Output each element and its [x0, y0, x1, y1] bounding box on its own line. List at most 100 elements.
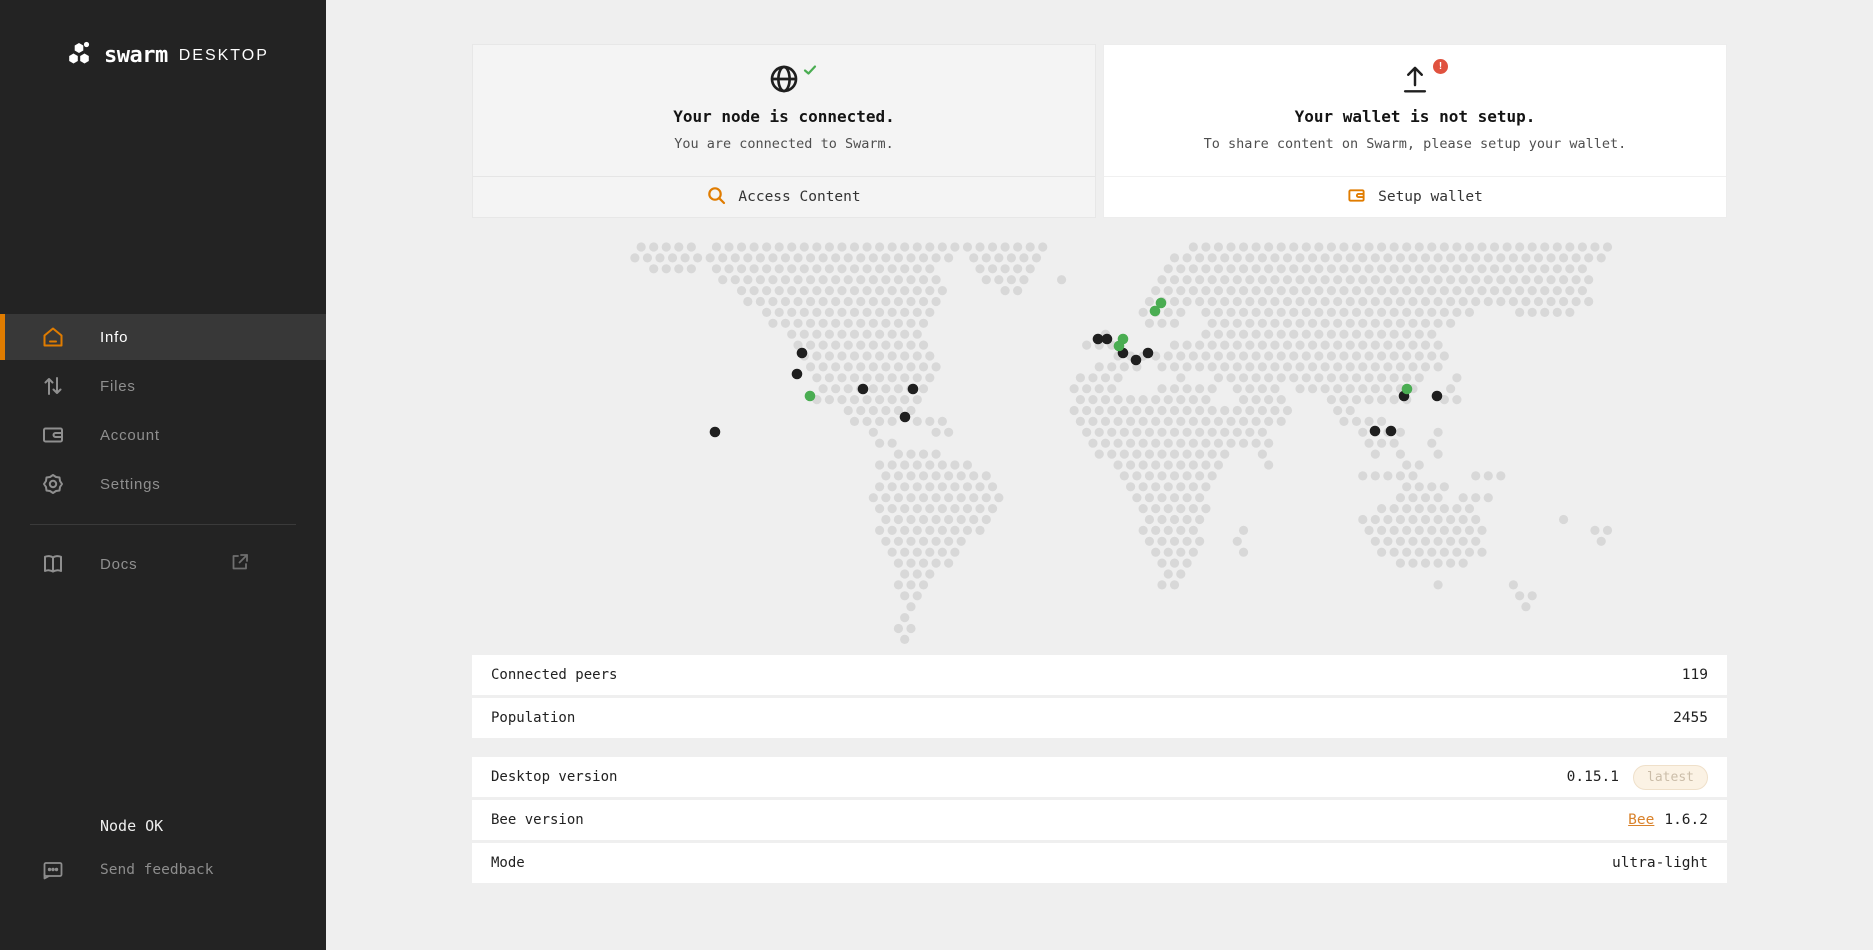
- access-content-label: Access Content: [738, 189, 860, 205]
- map-dot: [913, 308, 922, 317]
- map-dot: [1308, 297, 1317, 306]
- map-dot: [931, 275, 940, 284]
- map-dot: [724, 264, 733, 273]
- map-dot: [881, 297, 890, 306]
- map-dot: [1327, 330, 1336, 339]
- setup-wallet-button[interactable]: Setup wallet: [1104, 176, 1726, 217]
- map-dot: [1433, 450, 1442, 459]
- map-dot: [1170, 384, 1179, 393]
- map-dot: [1302, 264, 1311, 273]
- sidebar-item-settings[interactable]: Settings: [0, 461, 326, 507]
- map-dot: [1421, 493, 1430, 502]
- map-dot: [1427, 526, 1436, 535]
- map-dot: [1258, 319, 1267, 328]
- population-value: 2455: [1673, 710, 1708, 726]
- map-dot: [1477, 286, 1486, 295]
- map-dot: [1151, 482, 1160, 491]
- map-dot: [1176, 569, 1185, 578]
- map-dot: [1214, 351, 1223, 360]
- map-dot: [1239, 242, 1248, 251]
- map-dot: [913, 242, 922, 251]
- map-dot: [1383, 384, 1392, 393]
- map-dot: [1440, 548, 1449, 557]
- map-dot: [812, 286, 821, 295]
- map-dot: [1339, 330, 1348, 339]
- map-dot: [1477, 242, 1486, 251]
- map-dot: [919, 275, 928, 284]
- map-dot: [1377, 351, 1386, 360]
- map-dot: [906, 341, 915, 350]
- map-dot: [1433, 275, 1442, 284]
- sidebar-item-info[interactable]: Info: [0, 314, 326, 360]
- map-dot: [988, 242, 997, 251]
- map-dot: [1321, 362, 1330, 371]
- map-dot: [1189, 417, 1198, 426]
- map-dot: [775, 242, 784, 251]
- map-dot: [1277, 395, 1286, 404]
- map-dot: [837, 373, 846, 382]
- sidebar-item-account[interactable]: Account: [0, 412, 326, 458]
- map-dot: [982, 275, 991, 284]
- map-dot: [906, 537, 915, 546]
- map-dot: [1433, 537, 1442, 546]
- map-dot: [1452, 395, 1461, 404]
- map-dot: [1503, 242, 1512, 251]
- map-dot: [1258, 384, 1267, 393]
- map-dot: [931, 493, 940, 502]
- map-dot: [919, 297, 928, 306]
- map-dot: [1076, 395, 1085, 404]
- map-dot: [837, 351, 846, 360]
- map-dot: [1452, 242, 1461, 251]
- map-dot: [919, 362, 928, 371]
- map-dot: [1264, 264, 1273, 273]
- send-feedback[interactable]: Send feedback: [0, 848, 326, 892]
- map-dot: [1220, 319, 1229, 328]
- map-dot: [831, 341, 840, 350]
- map-dot: [900, 504, 909, 513]
- map-dot: [1157, 559, 1166, 568]
- map-dot: [875, 395, 884, 404]
- map-dot: [875, 460, 884, 469]
- map-dot: [1364, 242, 1373, 251]
- map-dot: [1452, 526, 1461, 535]
- map-dot: [900, 526, 909, 535]
- map-dot: [900, 548, 909, 557]
- map-dot: [1295, 297, 1304, 306]
- map-dot: [1057, 275, 1066, 284]
- map-dot: [881, 471, 890, 480]
- map-dot: [862, 395, 871, 404]
- map-dot: [1408, 275, 1417, 284]
- peer-dot-connected: [1402, 384, 1413, 395]
- map-dot: [825, 330, 834, 339]
- map-dot: [894, 362, 903, 371]
- map-dot: [680, 253, 689, 262]
- map-dot: [1245, 384, 1254, 393]
- map-dot: [1151, 526, 1160, 535]
- map-dot: [1245, 362, 1254, 371]
- map-dot: [1264, 242, 1273, 251]
- map-dot: [1327, 395, 1336, 404]
- map-dot: [875, 286, 884, 295]
- map-dot: [1132, 450, 1141, 459]
- bee-link[interactable]: Bee: [1628, 812, 1654, 828]
- sidebar-item-files[interactable]: Files: [0, 363, 326, 409]
- map-dot: [787, 242, 796, 251]
- map-dot: [1170, 341, 1179, 350]
- map-dot: [1182, 341, 1191, 350]
- map-dot: [975, 264, 984, 273]
- map-dot: [881, 253, 890, 262]
- node-status-card: Your node is connected. You are connecte…: [472, 44, 1096, 218]
- map-dot: [1101, 439, 1110, 448]
- setup-wallet-label: Setup wallet: [1378, 189, 1483, 205]
- map-dot: [1371, 297, 1380, 306]
- map-dot: [1346, 384, 1355, 393]
- map-dot: [1364, 373, 1373, 382]
- map-dot: [1402, 286, 1411, 295]
- map-dot: [662, 242, 671, 251]
- map-dot: [963, 460, 972, 469]
- sidebar-item-label: Docs: [100, 556, 137, 573]
- access-content-button[interactable]: Access Content: [473, 176, 1095, 217]
- sidebar-item-docs[interactable]: Docs: [0, 541, 326, 587]
- map-dot: [1314, 242, 1323, 251]
- map-dot: [1189, 264, 1198, 273]
